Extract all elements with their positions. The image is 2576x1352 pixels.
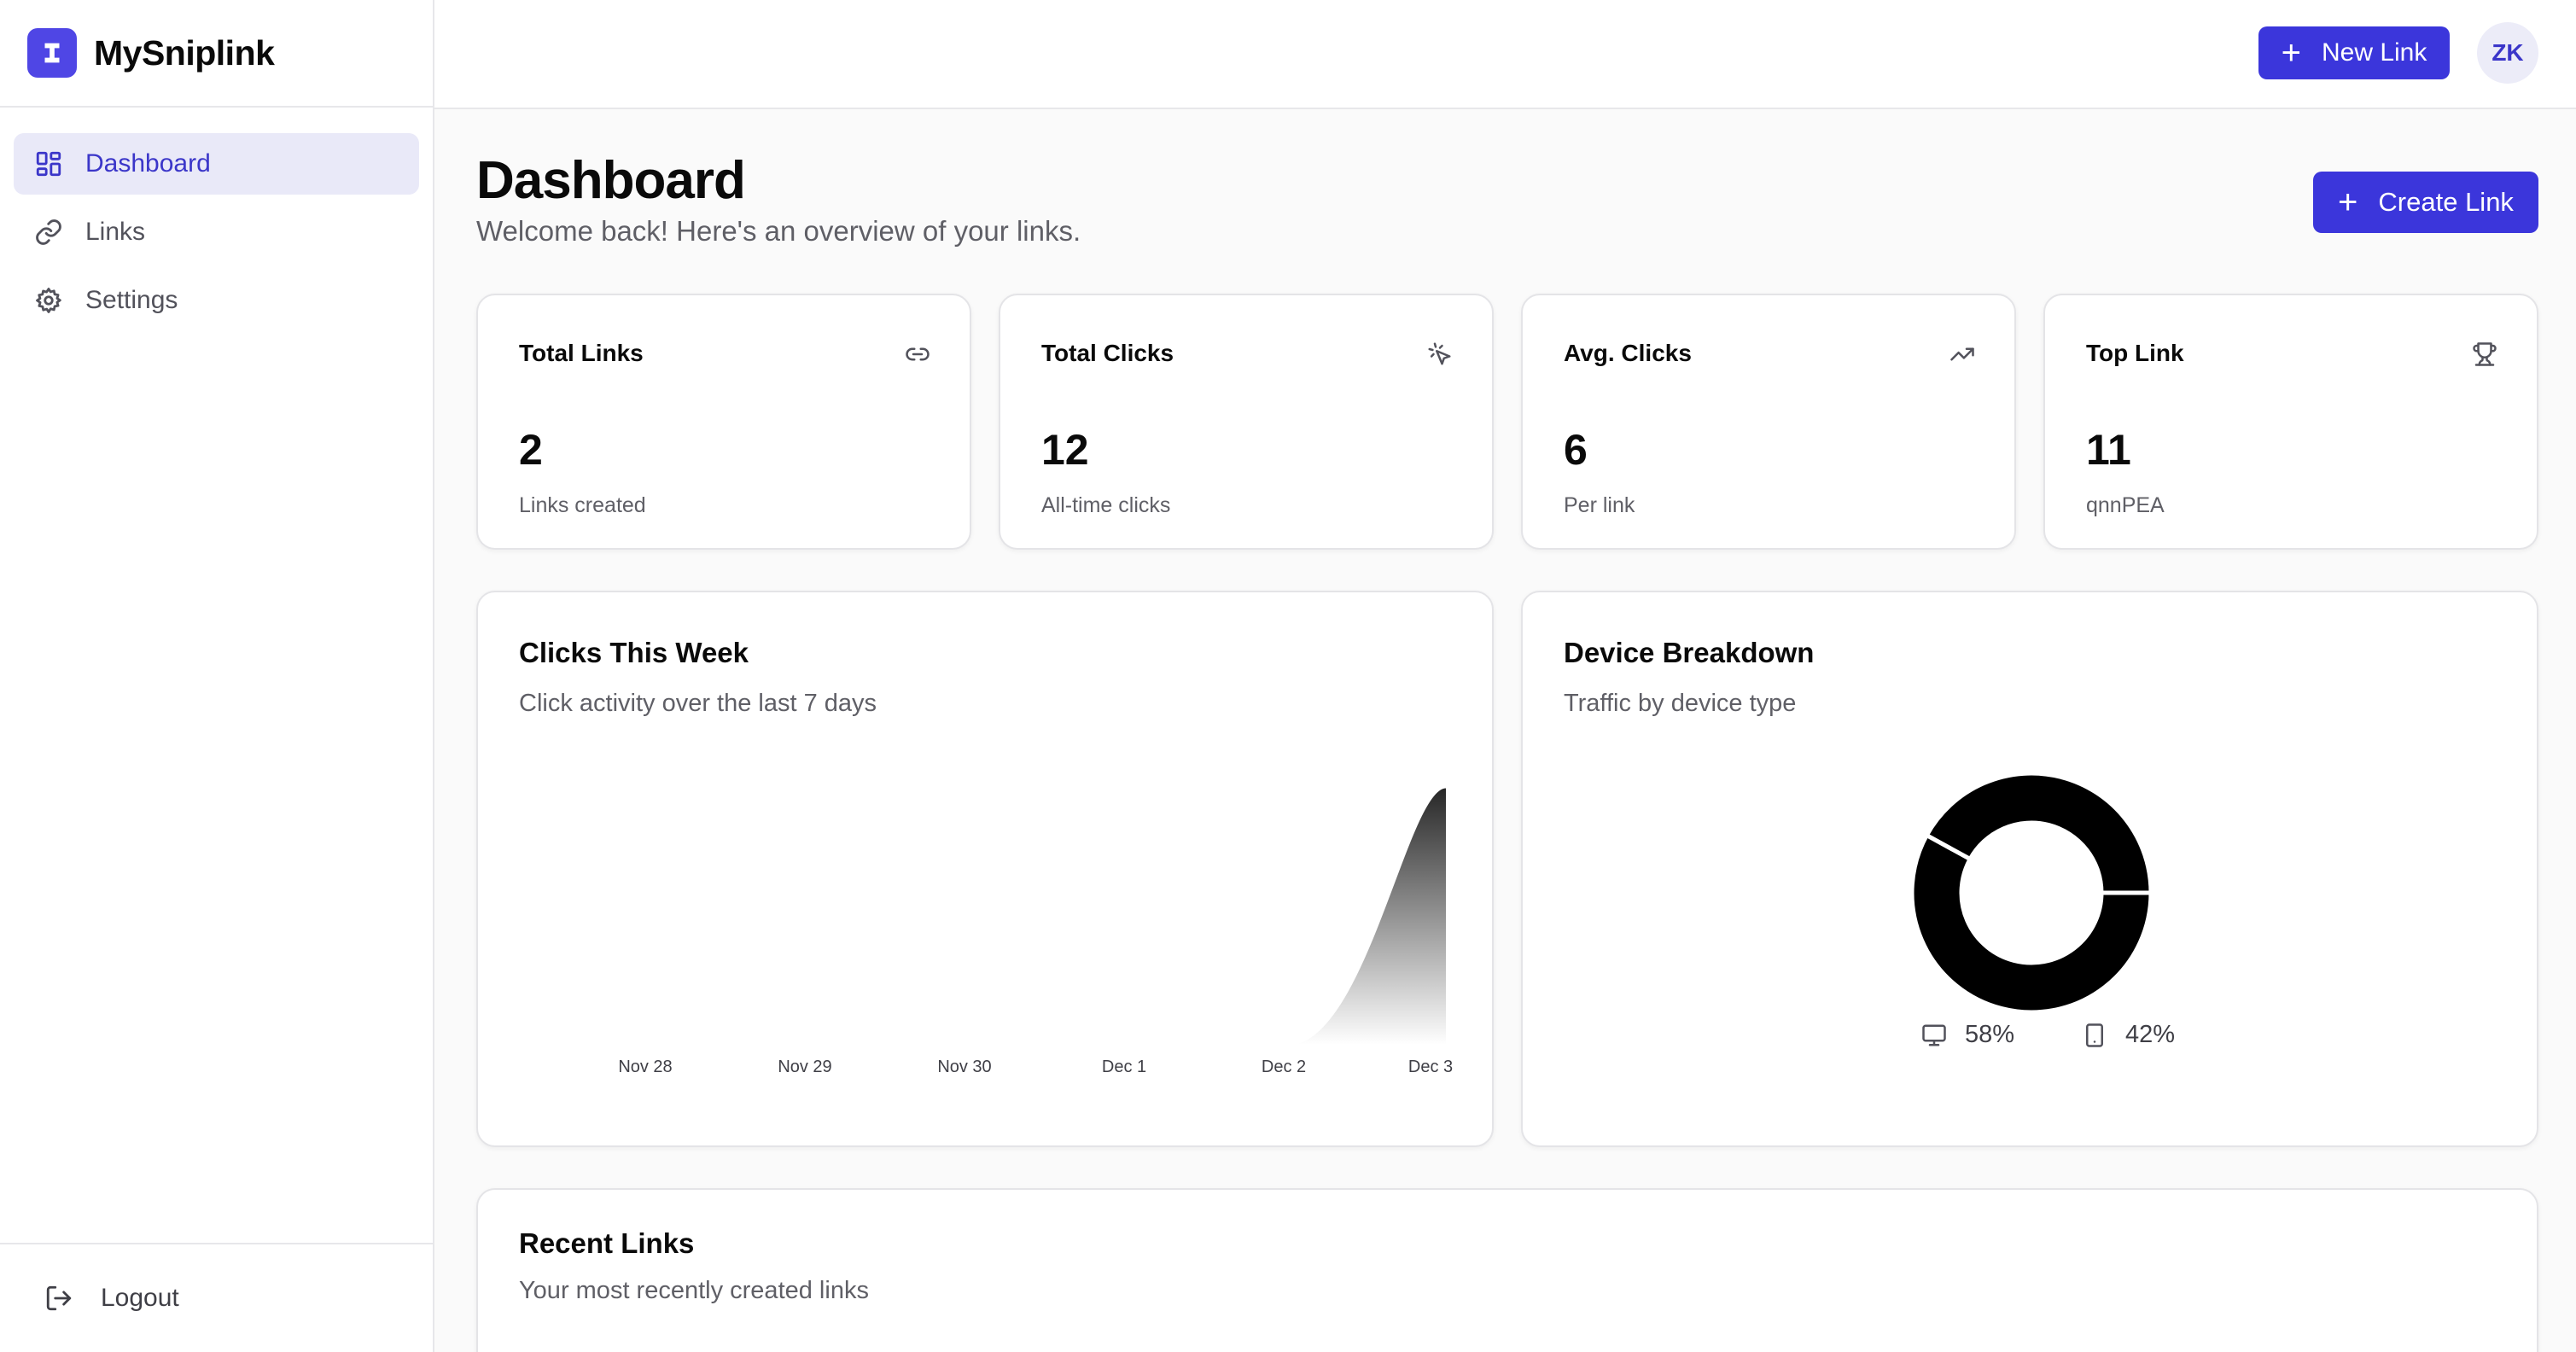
new-link-button[interactable]: + New Link xyxy=(2258,26,2450,79)
new-link-label: New Link xyxy=(2321,38,2427,67)
sidebar-item-dashboard[interactable]: Dashboard xyxy=(14,133,419,195)
plus-icon: + xyxy=(2281,34,2301,72)
legend-label: 42% xyxy=(2125,1021,2176,1048)
avatar[interactable]: ZK xyxy=(2477,22,2538,84)
smartphone-icon xyxy=(2081,1022,2108,1049)
monitor-icon xyxy=(1920,1022,1948,1049)
top-bar xyxy=(434,0,2576,109)
stat-subtitle: Per link xyxy=(1564,493,1635,517)
page-title: Dashboard xyxy=(476,151,746,210)
stat-title: Avg. Clicks xyxy=(1564,340,1692,366)
x-tick-label: Nov 28 xyxy=(618,1058,672,1076)
stat-subtitle: qnnPEA xyxy=(2086,493,2165,517)
stat-value: 2 xyxy=(519,426,543,474)
link-icon xyxy=(903,340,932,369)
link-icon xyxy=(32,216,65,248)
device-donut-chart xyxy=(1909,771,2153,1015)
clicks-chart-card: Clicks This Week Click activity over the… xyxy=(476,591,1494,1147)
clicks-area-chart: Nov 28 Nov 29 Nov 30 Dec 1 Dec 2 Dec 3 xyxy=(618,785,1453,1076)
stat-value: 12 xyxy=(1041,426,1089,474)
trending-up-icon xyxy=(1948,340,1977,369)
brand-logo-icon xyxy=(27,28,77,78)
recent-links-card: Recent Links Your most recently created … xyxy=(476,1188,2538,1352)
create-link-label: Create Link xyxy=(2378,187,2514,217)
trophy-icon xyxy=(2470,340,2499,369)
clicks-area xyxy=(645,787,1446,1045)
stat-card-total-clicks: Total Clicks 12 All-time clicks xyxy=(999,294,1494,550)
pointer-click-icon xyxy=(1425,340,1454,369)
stat-value: 11 xyxy=(2086,426,2131,474)
stat-subtitle: All-time clicks xyxy=(1041,493,1171,517)
x-tick-label: Nov 30 xyxy=(937,1058,991,1076)
legend-item-desktop: 58% xyxy=(1920,1021,2014,1049)
stat-card-top-link: Top Link 11 qnnPEA xyxy=(2043,294,2538,550)
clicks-line xyxy=(644,785,1447,1046)
stat-card-avg-clicks: Avg. Clicks 6 Per link xyxy=(1521,294,2016,550)
gear-icon xyxy=(32,284,65,317)
device-chart-card: Device Breakdown Traffic by device type … xyxy=(1521,591,2538,1147)
brand[interactable]: MySniplink xyxy=(0,0,433,108)
stat-card-total-links: Total Links 2 Links created xyxy=(476,294,971,550)
x-tick-label: Dec 3 xyxy=(1408,1058,1453,1076)
layout-dashboard-icon xyxy=(32,148,65,180)
sidebar-footer: Logout xyxy=(0,1243,433,1352)
plus-icon: + xyxy=(2338,184,2358,221)
sidebar-item-label: Dashboard xyxy=(85,149,211,178)
page-subtitle: Welcome back! Here's an overview of your… xyxy=(476,215,1081,247)
x-tick-label: Dec 1 xyxy=(1102,1058,1146,1076)
logout-button[interactable]: Logout xyxy=(43,1282,179,1314)
sidebar-item-settings[interactable]: Settings xyxy=(14,270,419,331)
sidebar-item-label: Links xyxy=(85,218,146,246)
sidebar-item-links[interactable]: Links xyxy=(14,201,419,263)
sidebar-item-label: Settings xyxy=(85,286,178,314)
legend-label: 58% xyxy=(1965,1021,2015,1048)
stat-title: Total Links xyxy=(519,340,644,366)
x-tick-label: Dec 2 xyxy=(1262,1058,1306,1076)
stat-title: Top Link xyxy=(2086,340,2184,366)
panel-subtitle: Your most recently created links xyxy=(519,1277,869,1304)
logout-label: Logout xyxy=(101,1284,179,1312)
sidebar-nav: Dashboard Links Settings xyxy=(0,108,433,331)
stat-title: Total Clicks xyxy=(1041,340,1174,366)
x-tick-label: Nov 29 xyxy=(778,1058,831,1076)
stat-value: 6 xyxy=(1564,426,1588,474)
brand-name: MySniplink xyxy=(94,32,275,73)
app-frame: MySniplink Dashboard Links Settings Logo… xyxy=(0,0,2576,1352)
create-link-button[interactable]: + Create Link xyxy=(2313,172,2538,233)
panel-title: Recent Links xyxy=(519,1227,695,1259)
legend-item-mobile: 42% xyxy=(2081,1021,2175,1049)
logout-icon xyxy=(43,1282,75,1314)
stat-subtitle: Links created xyxy=(519,493,646,517)
sidebar: MySniplink Dashboard Links Settings Logo… xyxy=(0,0,434,1352)
